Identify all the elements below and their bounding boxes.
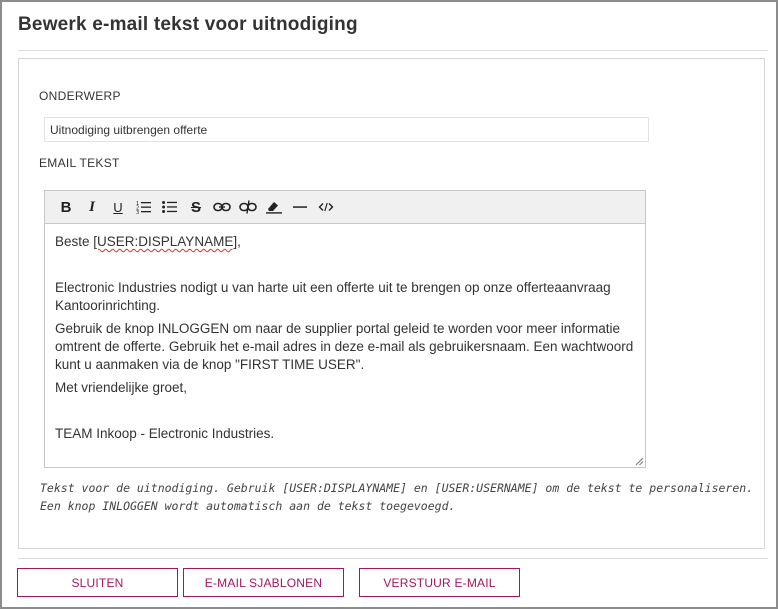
invite-paragraph: Electronic Industries nodigt u van harte… xyxy=(55,280,611,313)
bullet-list-icon[interactable] xyxy=(157,194,183,220)
greeting-suffix: , xyxy=(237,234,241,249)
footer-divider xyxy=(18,558,768,559)
body-label: EMAIL TEKST xyxy=(39,156,120,170)
email-templates-button[interactable]: E-MAIL SJABLONEN xyxy=(183,568,344,597)
send-email-button[interactable]: VERSTUUR E-MAIL xyxy=(359,568,520,597)
closing-line: Met vriendelijke groet, xyxy=(55,380,188,395)
bold-glyph: B xyxy=(60,198,72,216)
svg-text:3: 3 xyxy=(136,210,139,214)
greeting-line: Beste [USER:DISPLAYNAME], xyxy=(55,233,635,251)
subject-label: ONDERWERP xyxy=(39,89,121,103)
underline-glyph: U xyxy=(113,199,123,215)
underline-icon[interactable]: U xyxy=(105,194,131,220)
help-line-2: Een knop INLOGGEN wordt automatisch aan … xyxy=(40,499,456,513)
code-icon[interactable] xyxy=(313,194,339,220)
form-panel: ONDERWERP EMAIL TEKST B I U 1 2 3 xyxy=(18,58,765,549)
editor-content[interactable]: Beste [USER:DISPLAYNAME], Electronic Ind… xyxy=(45,224,645,467)
rich-text-editor: B I U 1 2 3 S Beste [USER:DISPLAYNAME], … xyxy=(44,190,646,468)
signature-line: TEAM Inkoop - Electronic Industries. xyxy=(55,426,275,441)
strikethrough-icon[interactable]: S xyxy=(183,194,209,220)
horizontal-rule-icon[interactable] xyxy=(287,194,313,220)
editor-toolbar: B I U 1 2 3 S xyxy=(45,191,645,224)
dialog-window: Bewerk e-mail tekst voor uitnodiging OND… xyxy=(0,0,778,609)
dialog-title: Bewerk e-mail tekst voor uitnodiging xyxy=(18,14,358,35)
ordered-list-icon[interactable]: 1 2 3 xyxy=(131,194,157,220)
help-text: Tekst voor de uitnodiging. Gebruik [USER… xyxy=(40,479,760,515)
italic-icon[interactable]: I xyxy=(79,194,105,220)
link-icon[interactable] xyxy=(209,194,235,220)
title-divider xyxy=(18,50,768,51)
subject-input[interactable] xyxy=(44,117,649,142)
displayname-token: [USER:DISPLAYNAME] xyxy=(93,234,238,249)
clear-format-icon[interactable] xyxy=(261,194,287,220)
unlink-icon[interactable] xyxy=(235,194,261,220)
close-button[interactable]: SLUITEN xyxy=(17,568,178,597)
greeting-prefix: Beste xyxy=(55,234,94,249)
strikethrough-glyph: S xyxy=(190,198,201,216)
bold-icon[interactable]: B xyxy=(53,194,79,220)
login-paragraph: Gebruik de knop INLOGGEN om naar de supp… xyxy=(55,321,634,372)
resize-handle-icon[interactable] xyxy=(635,457,644,466)
help-line-1: Tekst voor de uitnodiging. Gebruik [USER… xyxy=(40,481,754,495)
italic-glyph: I xyxy=(89,198,95,215)
